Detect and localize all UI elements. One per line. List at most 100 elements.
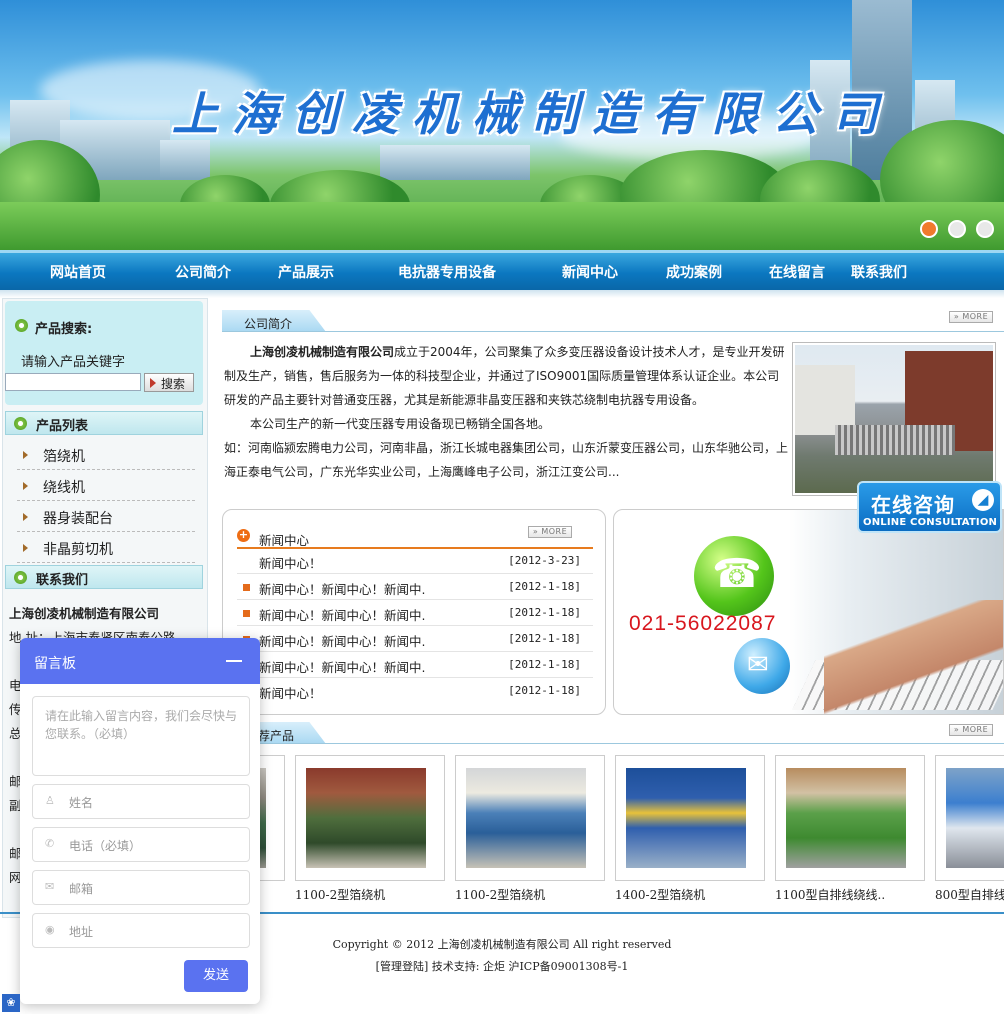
product-name[interactable]: 1400-2型箔绕机: [615, 886, 705, 903]
news-item-date: [2012-1-18]: [508, 580, 581, 593]
category-item[interactable]: 绕线机: [17, 470, 195, 501]
minimize-icon[interactable]: [226, 660, 242, 662]
message-board-title: 留言板: [34, 656, 76, 672]
section-divider: [222, 331, 1004, 332]
category-item[interactable]: 非晶剪切机: [17, 532, 195, 563]
nav-home[interactable]: 网站首页: [50, 262, 106, 282]
search-button[interactable]: 搜索: [144, 373, 194, 392]
news-item[interactable]: 新闻中心！ [2012-3-23]: [237, 548, 593, 574]
search-input[interactable]: [5, 373, 141, 391]
email-input[interactable]: ✉ 邮箱: [32, 870, 250, 905]
mail-icon: ✉: [734, 638, 790, 694]
section-divider: [222, 743, 1004, 744]
contact-title: 联系我们: [36, 573, 89, 588]
news-item[interactable]: 新闻中心！新闻中心！新闻中. [2012-1-18]: [237, 574, 593, 600]
product-image[interactable]: [626, 768, 746, 868]
phone-input[interactable]: ✆ 电话（必填）: [32, 827, 250, 862]
news-panel: + 新闻中心 » MORE 新闻中心！ [2012-3-23] 新闻中心！新闻中…: [222, 509, 606, 715]
location-icon: ◉: [45, 923, 55, 936]
nav-reactor-equipment[interactable]: 电抗器专用设备: [398, 262, 496, 282]
news-item-title[interactable]: 新闻中心！新闻中心！新闻中.: [259, 582, 425, 597]
news-item[interactable]: 新闻中心！新闻中心！新闻中. [2012-1-18]: [237, 600, 593, 626]
main-nav: 网站首页 公司简介 产品展示 电抗器专用设备 新闻中心 成功案例 在线留言 联系…: [0, 250, 1004, 290]
product-image[interactable]: [946, 768, 1004, 868]
news-item-title[interactable]: 新闻中心！: [259, 686, 322, 701]
category-item[interactable]: 箔绕机: [17, 439, 195, 470]
address-input[interactable]: ◉ 地址: [32, 913, 250, 948]
news-item[interactable]: 新闻中心！ [2012-1-18]: [237, 678, 593, 704]
bullet-icon: [14, 571, 27, 584]
plus-icon: +: [237, 528, 250, 542]
consult-subtitle: ONLINE CONSULTATION: [863, 517, 998, 528]
factory-scene: [795, 345, 993, 493]
news-item-title[interactable]: 新闻中心！: [259, 556, 322, 571]
news-more-button[interactable]: » MORE: [528, 526, 572, 538]
product-image[interactable]: [306, 768, 426, 868]
slide-dot-1[interactable]: [920, 220, 938, 238]
name-input[interactable]: ♙ 姓名: [32, 784, 250, 819]
phone-icon: ☎: [694, 536, 774, 616]
arrow-icon: [243, 610, 250, 617]
news-item-title[interactable]: 新闻中心！新闻中心！新闻中.: [259, 634, 425, 649]
about-more-button[interactable]: » MORE: [949, 311, 993, 323]
product-card[interactable]: [295, 755, 445, 881]
arrow-icon: [243, 584, 250, 591]
product-name[interactable]: 1100-2型箔绕机: [295, 886, 385, 903]
slide-dot-2[interactable]: [948, 220, 966, 238]
message-board-header[interactable]: 留言板: [20, 638, 260, 684]
phone-icon: ✆: [45, 837, 55, 850]
email-placeholder: 邮箱: [69, 882, 94, 896]
about-tab[interactable]: 公司简介: [222, 310, 326, 332]
product-card[interactable]: [775, 755, 925, 881]
products-more-button[interactable]: » MORE: [949, 724, 993, 736]
header-banner: 上海创凌机械制造有限公司: [0, 0, 1004, 250]
product-list-header: 产品列表: [5, 411, 203, 435]
nav-message[interactable]: 在线留言: [769, 262, 825, 282]
news-item-title[interactable]: 新闻中心！新闻中心！新闻中.: [259, 660, 425, 675]
phone-placeholder: 电话（必填）: [69, 839, 142, 853]
product-card[interactable]: [615, 755, 765, 881]
news-item-date: [2012-1-18]: [508, 606, 581, 619]
news-item-title[interactable]: 新闻中心！新闻中心！新闻中.: [259, 608, 425, 623]
product-list-title: 产品列表: [36, 419, 89, 434]
slide-dot-3[interactable]: [976, 220, 994, 238]
factory-gate: [835, 425, 955, 455]
product-image[interactable]: [466, 768, 586, 868]
chat-icon: ◢: [972, 489, 994, 511]
news-item-date: [2012-3-23]: [508, 554, 581, 567]
online-consultation-button[interactable]: 在线咨询 ◢ ONLINE CONSULTATION: [857, 481, 1002, 533]
lawn: [0, 202, 1004, 250]
news-item[interactable]: 新闻中心！新闻中心！新闻中. [2012-1-18]: [237, 652, 593, 678]
name-placeholder: 姓名: [69, 796, 94, 810]
message-content-input[interactable]: 请在此输入留言内容，我们会尽快与您联系。（必填）: [32, 696, 250, 776]
paw-icon[interactable]: ❀: [2, 994, 20, 1012]
product-card[interactable]: [935, 755, 1004, 881]
mail-icon: ✉: [45, 880, 55, 893]
nav-about[interactable]: 公司简介: [175, 262, 231, 282]
nav-cases[interactable]: 成功案例: [666, 262, 722, 282]
product-name[interactable]: 800型自排线: [935, 886, 1004, 903]
nav-news[interactable]: 新闻中心: [562, 262, 618, 282]
news-item[interactable]: 新闻中心！新闻中心！新闻中. [2012-1-18]: [237, 626, 593, 652]
intro-paragraph-3: 如：河南临颍宏腾电力公司，河南非晶，浙江长城电器集团公司，山东沂蒙变压器公司，山…: [224, 441, 789, 479]
nav-contact[interactable]: 联系我们: [851, 262, 907, 282]
nav-shadow: [0, 290, 1004, 298]
phone-number: 021-56022087: [629, 612, 777, 635]
product-image[interactable]: [786, 768, 906, 868]
site-title: 上海创凌机械制造有限公司: [172, 87, 892, 141]
send-button[interactable]: 发送: [184, 960, 248, 992]
product-search-panel: 产品搜索: 请输入产品关键字 搜索: [5, 301, 203, 405]
contact-header: 联系我们: [5, 565, 203, 589]
address-placeholder: 地址: [69, 925, 94, 939]
product-card[interactable]: [455, 755, 605, 881]
building: [160, 140, 210, 180]
product-name[interactable]: 1100型自排线绕线..: [775, 886, 885, 903]
user-icon: ♙: [45, 794, 55, 807]
nav-products[interactable]: 产品展示: [278, 262, 334, 282]
bullet-icon: [14, 417, 27, 430]
category-item[interactable]: 器身装配台: [17, 501, 195, 532]
product-name[interactable]: 1100-2型箔绕机: [455, 886, 545, 903]
factory-photo: [792, 342, 996, 496]
building: [380, 145, 530, 180]
news-item-date: [2012-1-18]: [508, 684, 581, 697]
